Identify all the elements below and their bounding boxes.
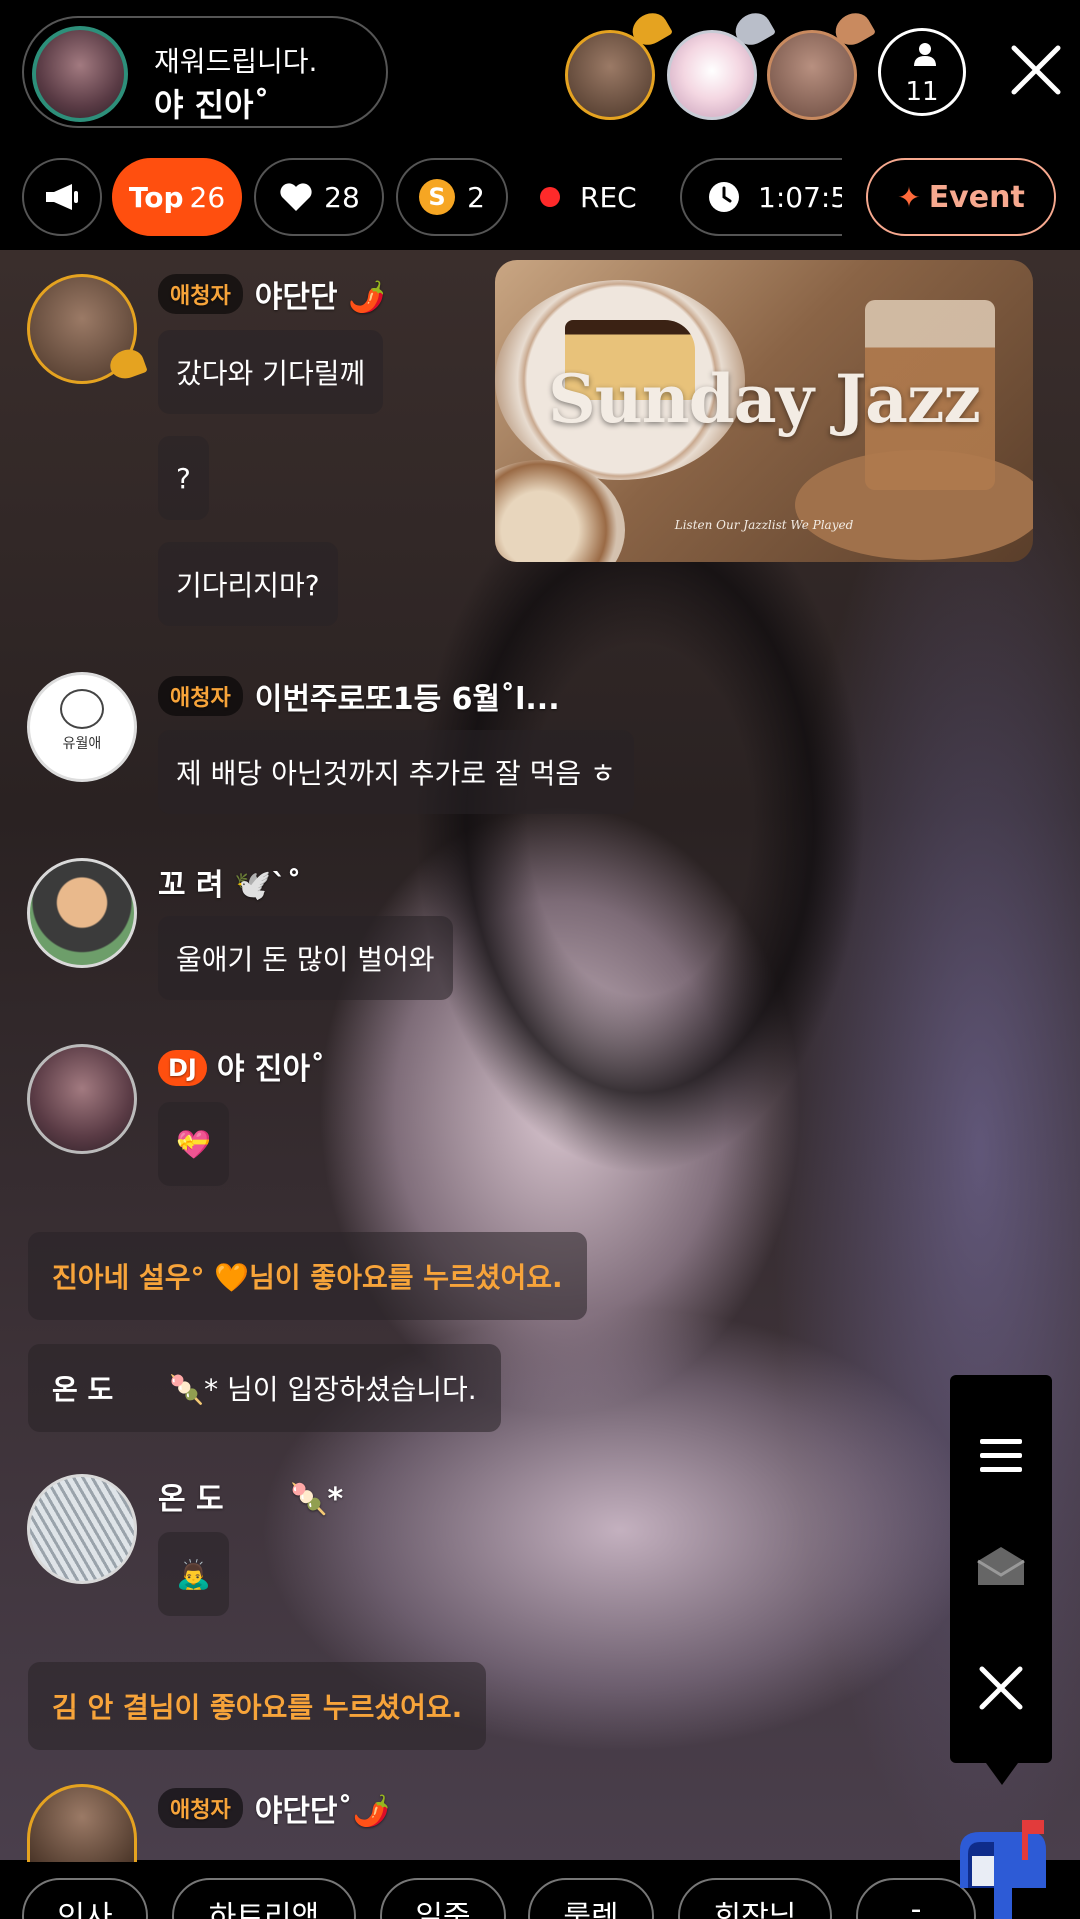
quick-reply-chip[interactable]: 하트리액 — [172, 1878, 356, 1919]
host-name: 야 진아˚ — [154, 86, 270, 124]
record-dot-icon — [540, 187, 560, 207]
chat-username-text: 야단단˚ — [254, 1794, 353, 1829]
quick-reply-chip[interactable]: 인사 — [22, 1878, 148, 1919]
chat-bubble: 기다리지마? — [158, 542, 338, 626]
host-avatar — [32, 26, 128, 122]
top-count: 26 — [189, 180, 226, 214]
quick-reply-chip[interactable]: 일중 — [380, 1878, 506, 1919]
join-text: 🍡* 님이 입장하셨습니다. — [169, 1373, 477, 1406]
person-icon — [914, 43, 936, 66]
mailbox-icon[interactable] — [950, 1820, 1054, 1919]
host-info-pill[interactable]: 재워드립니다. 야 진아˚ — [22, 16, 388, 128]
clock-icon — [709, 182, 739, 212]
top-ranking-button[interactable]: Top 26 — [112, 158, 242, 236]
broadcast-timer: 1:07:55 — [680, 158, 842, 236]
megaphone-button[interactable] — [22, 158, 102, 236]
chat-username: 애청자 이번주로또1등 6월˚l... — [158, 674, 560, 718]
top-fan-avatar-3[interactable] — [767, 30, 857, 120]
top-label: Top — [128, 180, 184, 214]
chat-bubble: ? — [158, 436, 209, 520]
spoon-count: 2 — [467, 180, 485, 214]
party-popper-icon: ✦ — [897, 180, 921, 214]
menu-icon[interactable] — [974, 1429, 1028, 1483]
event-label: Event — [928, 179, 1025, 215]
spoon-button[interactable]: S 2 — [396, 158, 508, 236]
top-fan-avatar-2[interactable] — [667, 30, 757, 120]
heart-icon — [280, 183, 312, 211]
side-menu — [950, 1375, 1052, 1785]
fan-badge: 애청자 — [158, 274, 243, 314]
chat-avatar[interactable]: 유월애 — [27, 672, 137, 782]
join-username: 온 도 — [52, 1373, 114, 1406]
dango-emoji: 🍡* — [290, 1482, 344, 1517]
record-indicator[interactable]: REC — [540, 158, 650, 236]
thumbnail-subtitle: Listen Our Jazzlist We Played — [674, 518, 854, 532]
thumbnail-title: Sunday Jazz — [548, 360, 981, 438]
chat-bubble: 갔다와 기다릴께 — [158, 330, 384, 414]
mail-open-icon[interactable] — [974, 1539, 1028, 1593]
chat-username: 꼬 려 🕊️`˚ — [158, 868, 302, 903]
chat-username-text: 온 도 — [158, 1482, 224, 1517]
chat-avatar[interactable] — [27, 858, 137, 968]
top-fan-avatar-1[interactable] — [565, 30, 655, 120]
chat-avatar[interactable] — [27, 1474, 137, 1584]
chat-username: DJ 야 진아˚ — [158, 1044, 325, 1088]
chat-bubble: 제 배당 아닌것까지 추가로 잘 먹음 ㅎ — [158, 730, 634, 814]
likes-button[interactable]: 28 — [254, 158, 384, 236]
record-label: REC — [580, 180, 637, 214]
close-icon[interactable] — [1010, 44, 1062, 96]
like-notification: 진아네 설우° 🧡님이 좋아요를 누르셨어요. — [28, 1232, 587, 1320]
chat-username-text: 이번주로또1등 6월˚l... — [254, 682, 560, 717]
likes-count: 28 — [324, 180, 360, 214]
quick-reply-chip[interactable]: 룰렛 — [528, 1878, 654, 1919]
chat-bubble: 🙇‍♂️ — [158, 1532, 229, 1616]
megaphone-icon — [46, 184, 78, 210]
chat-bubble: 💝 — [158, 1102, 229, 1186]
chat-username: 애청자 야단단˚🌶️ — [158, 1786, 390, 1830]
chili-emoji: 🌶️ — [348, 280, 386, 315]
quick-reply-chip[interactable]: 회장님 — [678, 1878, 832, 1919]
fan-badge: 애청자 — [158, 1788, 243, 1828]
event-button[interactable]: ✦ Event — [866, 158, 1056, 236]
spoon-coin-icon: S — [419, 179, 456, 215]
quick-reply-bar: 인사 하트리액 일중 룰렛 회장님 - — [0, 1862, 1080, 1919]
chat-username: 애청자 야단단 🌶️ — [158, 272, 385, 316]
timer-text: 1:07:55 — [758, 180, 842, 214]
chat-username-text: 야단단 — [254, 280, 338, 315]
avatar-seal-text: 유월애 — [62, 736, 102, 752]
playlist-thumbnail[interactable]: Sunday Jazz Listen Our Jazzlist We Playe… — [495, 260, 1033, 562]
fan-badge: 애청자 — [158, 676, 243, 716]
viewer-count: 11 — [905, 77, 939, 107]
viewer-count-button[interactable]: 11 — [878, 28, 966, 116]
chat-username-text: 야 진아˚ — [216, 1052, 326, 1087]
chat-username: 온 도 🍡* — [158, 1474, 343, 1518]
like-notification: 김 안 결님이 좋아요를 누르셨어요. — [28, 1662, 487, 1750]
close-menu-icon[interactable] — [974, 1661, 1028, 1715]
host-subtitle: 재워드립니다. — [154, 45, 318, 78]
chat-bubble: 울애기 돈 많이 벌어와 — [158, 916, 453, 1000]
dj-badge: DJ — [158, 1050, 207, 1086]
chili-emoji: 🌶️ — [352, 1794, 390, 1829]
join-notification: 온 도 🍡* 님이 입장하셨습니다. — [28, 1344, 501, 1432]
seal-logo — [60, 689, 104, 729]
chat-avatar[interactable] — [27, 1044, 137, 1154]
